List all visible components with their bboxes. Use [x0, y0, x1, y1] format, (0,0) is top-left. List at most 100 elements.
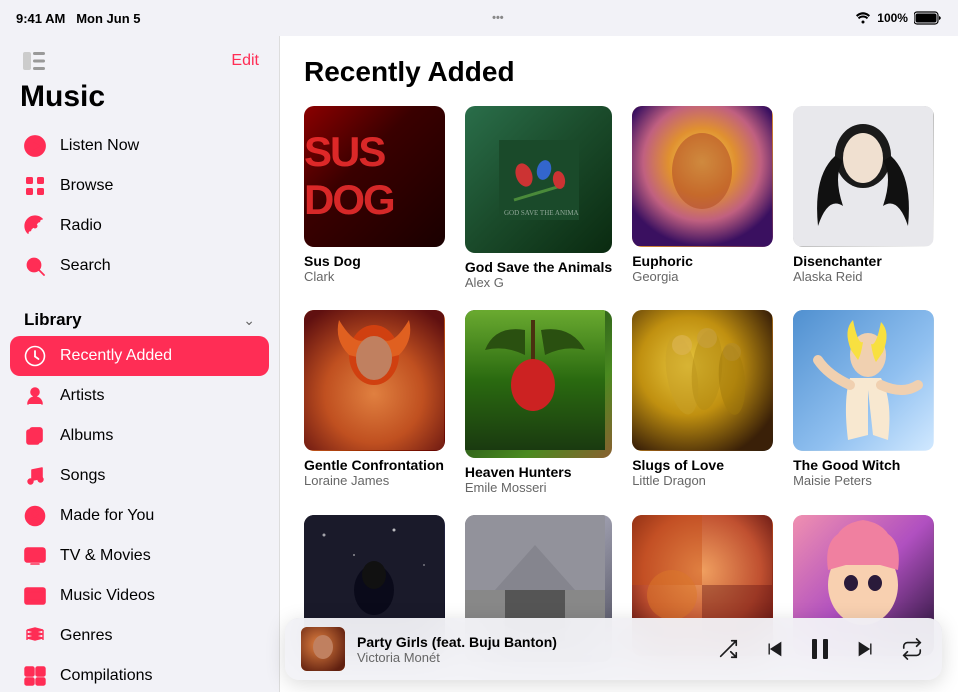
- person-icon: [24, 385, 46, 407]
- album-artist-7: Maisie Peters: [793, 473, 934, 488]
- album-title-6: Slugs of Love: [632, 457, 773, 473]
- mini-player-info: Party Girls (feat. Buju Banton) Victoria…: [357, 634, 714, 665]
- library-header: Library ⌄: [0, 294, 279, 336]
- library-title: Library: [24, 310, 82, 330]
- album-item-euphoric[interactable]: Euphoric Georgia: [632, 106, 773, 290]
- app-container: Edit Music Listen Now: [0, 36, 958, 692]
- svg-text:GOD SAVE THE ANIMALS: GOD SAVE THE ANIMALS: [504, 209, 579, 217]
- compilations-icon: [24, 665, 46, 687]
- album-item-god-save[interactable]: GOD SAVE THE ANIMALS God Save the Animal…: [465, 106, 612, 290]
- repeat-button[interactable]: [898, 635, 926, 663]
- radio-icon: [24, 215, 46, 237]
- album-item-slugs[interactable]: Slugs of Love Little Dragon: [632, 310, 773, 494]
- album-artist-4: Loraine James: [304, 473, 445, 488]
- previous-button[interactable]: [760, 635, 788, 663]
- status-time: 9:41 AM Mon Jun 5: [16, 11, 141, 26]
- play-circle-icon: [24, 135, 46, 157]
- clock-icon: [24, 345, 46, 367]
- sidebar-item-search[interactable]: Search: [10, 246, 269, 286]
- album-artist-0: Clark: [304, 269, 445, 284]
- mini-player-title: Party Girls (feat. Buju Banton): [357, 634, 714, 650]
- film-icon: [24, 585, 46, 607]
- search-label: Search: [60, 257, 111, 275]
- album-title-5: Heaven Hunters: [465, 464, 612, 480]
- album-art-slugs: [632, 310, 773, 451]
- status-bar: 9:41 AM Mon Jun 5 ••• 100%: [0, 0, 958, 36]
- album-art-god-save: GOD SAVE THE ANIMALS: [465, 106, 612, 253]
- album-item-disenchanter[interactable]: Disenchanter Alaska Reid: [793, 106, 934, 290]
- chevron-down-icon[interactable]: ⌄: [243, 312, 255, 329]
- album-art-euphoric: [632, 106, 773, 247]
- mini-player-art: [301, 627, 345, 671]
- pause-button[interactable]: [806, 635, 834, 663]
- nav-section: Listen Now Browse: [0, 126, 279, 286]
- shuffle-button[interactable]: [714, 635, 742, 663]
- album-art-disenchanter: [793, 106, 934, 247]
- next-button[interactable]: [852, 635, 880, 663]
- sidebar-item-browse[interactable]: Browse: [10, 166, 269, 206]
- recently-added-label: Recently Added: [60, 347, 172, 365]
- content-area: Recently Added SUS DOG Sus Dog Clark: [280, 36, 958, 692]
- sidebar: Edit Music Listen Now: [0, 36, 280, 692]
- genres-icon: [24, 625, 46, 647]
- mini-player-controls: [714, 635, 926, 663]
- songs-label: Songs: [60, 467, 105, 485]
- sidebar-item-songs[interactable]: Songs: [10, 456, 269, 496]
- album-artist-5: Emile Mosseri: [465, 480, 612, 495]
- albums-icon: [24, 425, 46, 447]
- search-icon: [24, 255, 46, 277]
- sidebar-item-genres[interactable]: Genres: [10, 616, 269, 656]
- sidebar-toggle-button[interactable]: [20, 50, 48, 72]
- tv-icon: [24, 545, 46, 567]
- app-title: Music: [0, 76, 279, 126]
- album-title-3: Disenchanter: [793, 253, 934, 269]
- status-right: 100%: [855, 11, 942, 25]
- sidebar-item-music-videos[interactable]: Music Videos: [10, 576, 269, 616]
- genres-label: Genres: [60, 627, 112, 645]
- artists-label: Artists: [60, 387, 104, 405]
- album-title-1: God Save the Animals: [465, 259, 612, 275]
- tv-movies-label: TV & Movies: [60, 547, 151, 565]
- edit-button[interactable]: Edit: [231, 52, 259, 70]
- made-for-you-label: Made for You: [60, 507, 154, 525]
- section-title: Recently Added: [304, 56, 934, 88]
- sidebar-item-compilations[interactable]: Compilations: [10, 656, 269, 692]
- album-art-good-witch: [793, 310, 934, 451]
- sidebar-item-artists[interactable]: Artists: [10, 376, 269, 416]
- album-artist-1: Alex G: [465, 275, 612, 290]
- album-art-gentle: [304, 310, 445, 451]
- album-art-sus-dog: SUS DOG: [304, 106, 445, 247]
- sidebar-item-albums[interactable]: Albums: [10, 416, 269, 456]
- person-circle-icon: [24, 505, 46, 527]
- album-artist-6: Little Dragon: [632, 473, 773, 488]
- sidebar-item-listen-now[interactable]: Listen Now: [10, 126, 269, 166]
- sidebar-item-radio[interactable]: Radio: [10, 206, 269, 246]
- compilations-label: Compilations: [60, 667, 152, 685]
- mini-player-artist: Victoria Monét: [357, 650, 714, 665]
- grid-icon: [24, 175, 46, 197]
- mini-player[interactable]: Party Girls (feat. Buju Banton) Victoria…: [285, 618, 942, 680]
- album-title-0: Sus Dog: [304, 253, 445, 269]
- sidebar-item-made-for-you[interactable]: Made for You: [10, 496, 269, 536]
- sidebar-item-tv-movies[interactable]: TV & Movies: [10, 536, 269, 576]
- music-videos-label: Music Videos: [60, 587, 155, 605]
- listen-now-label: Listen Now: [60, 137, 139, 155]
- albums-grid: SUS DOG Sus Dog Clark GOD SAVE THE ANIMA…: [304, 106, 934, 668]
- album-item-gentle[interactable]: Gentle Confrontation Loraine James: [304, 310, 445, 494]
- album-item-sus-dog[interactable]: SUS DOG Sus Dog Clark: [304, 106, 445, 290]
- library-section: Recently Added Artists: [0, 336, 279, 692]
- sidebar-header: Edit: [0, 36, 279, 76]
- browse-label: Browse: [60, 177, 113, 195]
- albums-label: Albums: [60, 427, 113, 445]
- album-item-heaven[interactable]: Heaven Hunters Emile Mosseri: [465, 310, 612, 494]
- album-title-4: Gentle Confrontation: [304, 457, 445, 473]
- album-title-7: The Good Witch: [793, 457, 934, 473]
- radio-label: Radio: [60, 217, 102, 235]
- sidebar-item-recently-added[interactable]: Recently Added: [10, 336, 269, 376]
- album-title-2: Euphoric: [632, 253, 773, 269]
- album-item-good-witch[interactable]: The Good Witch Maisie Peters: [793, 310, 934, 494]
- album-art-heaven: [465, 310, 612, 457]
- note-icon: [24, 465, 46, 487]
- album-artist-2: Georgia: [632, 269, 773, 284]
- album-artist-3: Alaska Reid: [793, 269, 934, 284]
